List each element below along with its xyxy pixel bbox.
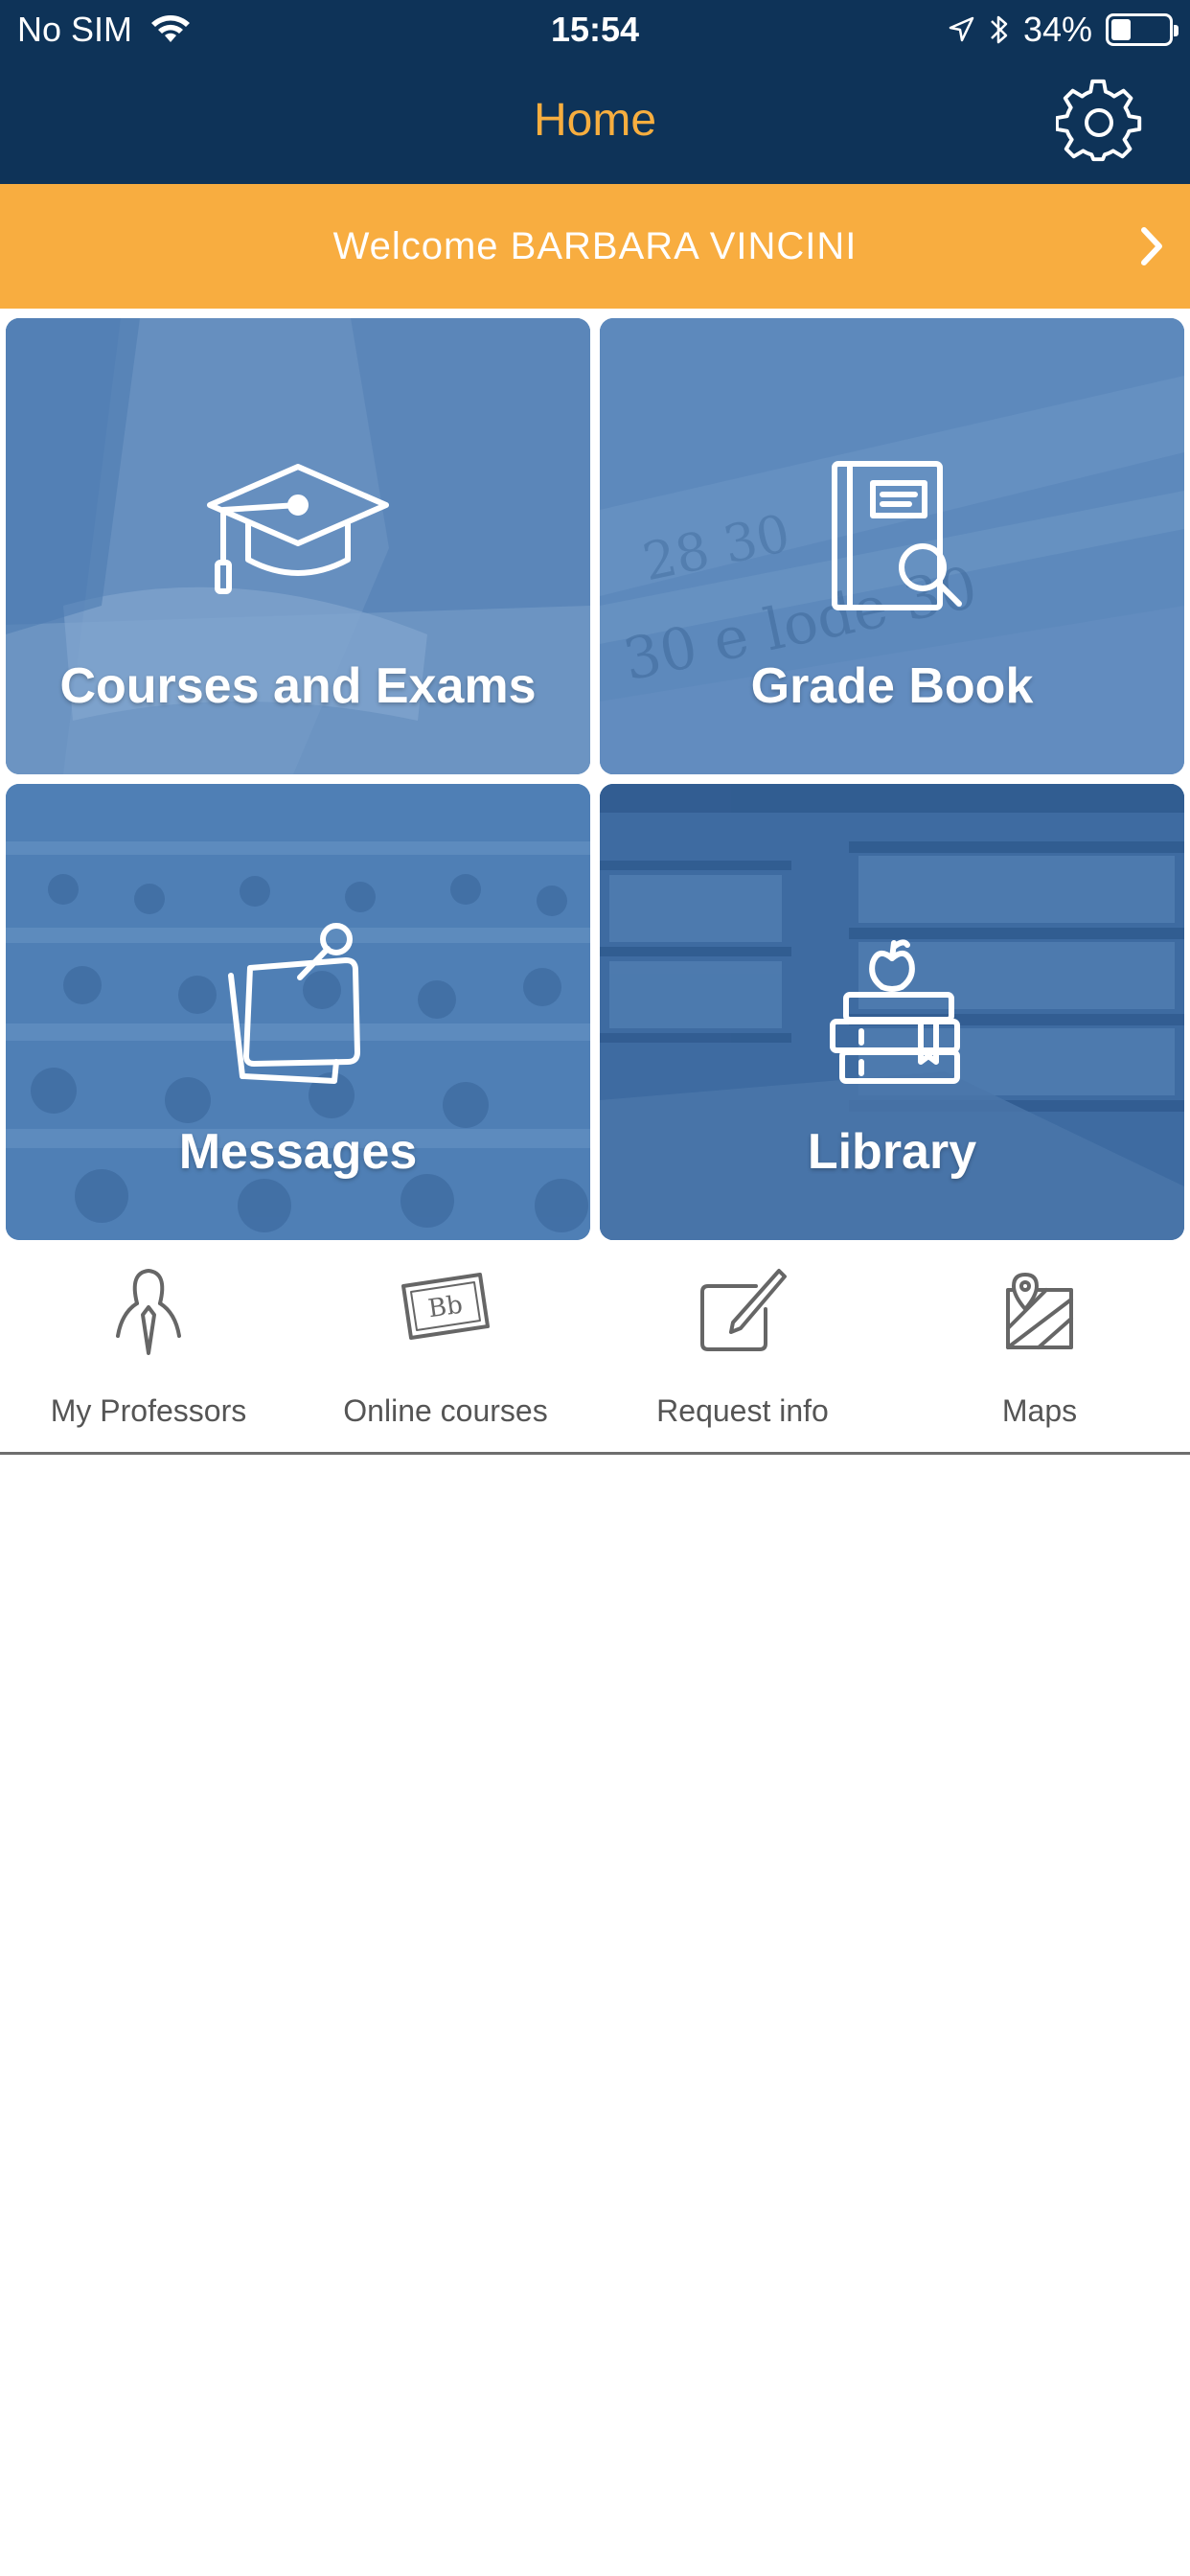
tile-label: Messages (178, 1124, 418, 1180)
shortcut-label: Online courses (343, 1393, 548, 1428)
notebook-search-icon (832, 461, 962, 610)
shortcut-request-info[interactable]: Request info (594, 1242, 891, 1452)
shortcut-maps[interactable]: Maps (891, 1242, 1188, 1452)
gear-icon[interactable] (1056, 79, 1142, 165)
tile-grade-book[interactable]: 30 e lode 30 28 30 Grade Book (600, 318, 1184, 774)
battery-percent: 34% (1022, 10, 1092, 49)
edit-icon (700, 1269, 787, 1351)
tile-label: Grade Book (750, 658, 1034, 714)
location-arrow-icon (949, 16, 974, 42)
blackboard-icon: Bb (401, 1273, 490, 1340)
chevron-right-icon (1141, 227, 1162, 265)
battery-level-fill (1111, 19, 1131, 40)
graduation-cap-icon (207, 464, 389, 594)
status-right: 34% (947, 10, 1179, 50)
svg-text:Bb: Bb (426, 1291, 465, 1324)
professor-icon (116, 1269, 181, 1355)
welcome-banner[interactable]: Welcome BARBARA VINCINI (0, 184, 1190, 309)
tile-label: Library (807, 1124, 977, 1180)
page-title: Home (533, 95, 657, 146)
tile-label: Courses and Exams (59, 658, 537, 714)
status-bar: No SIM 15:54 34% (0, 0, 1190, 59)
bluetooth-icon (991, 15, 1008, 44)
tile-courses-and-exams[interactable]: Courses and Exams (6, 318, 590, 774)
sticky-notes-icon (228, 923, 360, 1084)
map-icon (1006, 1273, 1073, 1349)
shortcut-online-courses[interactable]: Bb Online courses (297, 1242, 594, 1452)
shortcut-label: My Professors (50, 1393, 247, 1428)
shortcut-my-professors[interactable]: My Professors (0, 1242, 297, 1452)
tile-library[interactable]: Library (600, 784, 1184, 1240)
battery-icon (1106, 13, 1179, 46)
books-apple-icon (830, 939, 960, 1084)
shortcut-label: Maps (1001, 1393, 1078, 1428)
tile-messages[interactable]: Messages (6, 784, 590, 1240)
shortcut-label: Request info (656, 1393, 829, 1428)
nav-bar: Home (0, 59, 1190, 184)
welcome-text: Welcome BARBARA VINCINI (332, 224, 858, 267)
shortcut-row: My Professors Bb Online courses Request … (0, 1242, 1190, 1455)
